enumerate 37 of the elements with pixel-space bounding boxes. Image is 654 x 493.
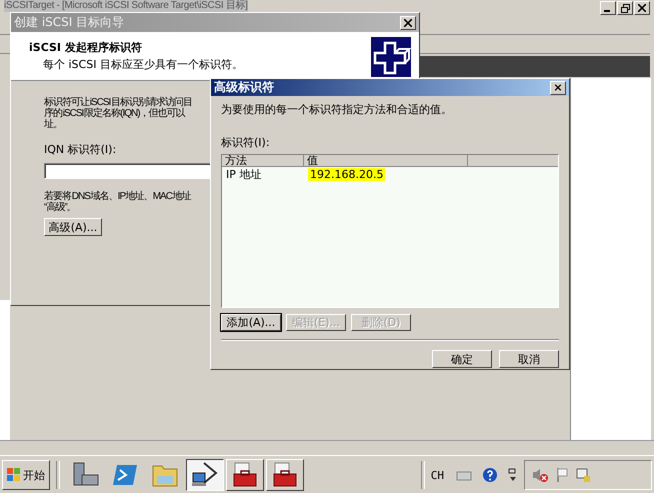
taskbar-button[interactable] — [186, 459, 224, 491]
start-button[interactable]: 开始 — [2, 460, 50, 490]
column-header[interactable]: 值 — [304, 155, 468, 167]
advanced-button[interactable]: 高级(A)... — [44, 218, 102, 236]
list-label: 标识符(I): — [221, 135, 271, 150]
iqn-label: IQN 标识符(I): — [44, 142, 116, 157]
language-indicator[interactable]: CH — [430, 468, 444, 482]
muted-speaker-icon[interactable] — [531, 467, 549, 483]
powershell-icon — [112, 463, 138, 487]
cancel-button[interactable]: 取消 — [499, 350, 559, 368]
window-title: 创建 iSCSI 目标向导 — [14, 14, 124, 31]
close-button[interactable] — [634, 1, 650, 15]
close-button[interactable]: × — [550, 80, 566, 94]
network-icon[interactable] — [575, 467, 591, 483]
description-text: 标识符可让 iSCSI 目标识别请求访问目 序的 iSCSI 限定名称(IQN)，但也可以 址。 — [44, 97, 192, 130]
help-icon[interactable] — [482, 467, 498, 483]
page-subheading: 每个 iSCSI 目标应至少具有一个标识符。 — [42, 57, 243, 72]
close-button[interactable] — [400, 16, 416, 30]
windows-logo-icon — [7, 468, 21, 482]
restore-icon — [620, 4, 630, 12]
dialog-title: 高级标识符 — [214, 79, 274, 96]
ok-button[interactable]: 确定 — [432, 350, 492, 368]
close-icon — [404, 18, 412, 26]
instruction-text: 为要使用的每一个标识符指定方法和合适的值。 — [221, 102, 453, 117]
options-arrow-icon[interactable] — [508, 467, 518, 483]
method-cell[interactable]: IP 地址 — [222, 166, 304, 182]
hint-text: 若要将 DNS 域名、IP 地址、MAC 地址 “高级”。 — [44, 191, 191, 213]
page-heading: iSCSI 发起程序标识符 — [29, 40, 143, 55]
minimize-button[interactable] — [600, 1, 616, 15]
value-cell[interactable]: 192.168.20.5 — [308, 168, 386, 180]
close-icon — [638, 4, 646, 12]
window-title: iSCSITarget - [Microsoft iSCSI Software Target\iSCSI 目标] — [4, 0, 248, 12]
flag-icon[interactable] — [555, 467, 569, 483]
restore-button[interactable] — [617, 1, 633, 15]
add-button[interactable]: 添加(A)... — [221, 314, 281, 331]
network-computer-icon — [190, 461, 220, 489]
column-header[interactable]: 方法 — [222, 155, 304, 167]
